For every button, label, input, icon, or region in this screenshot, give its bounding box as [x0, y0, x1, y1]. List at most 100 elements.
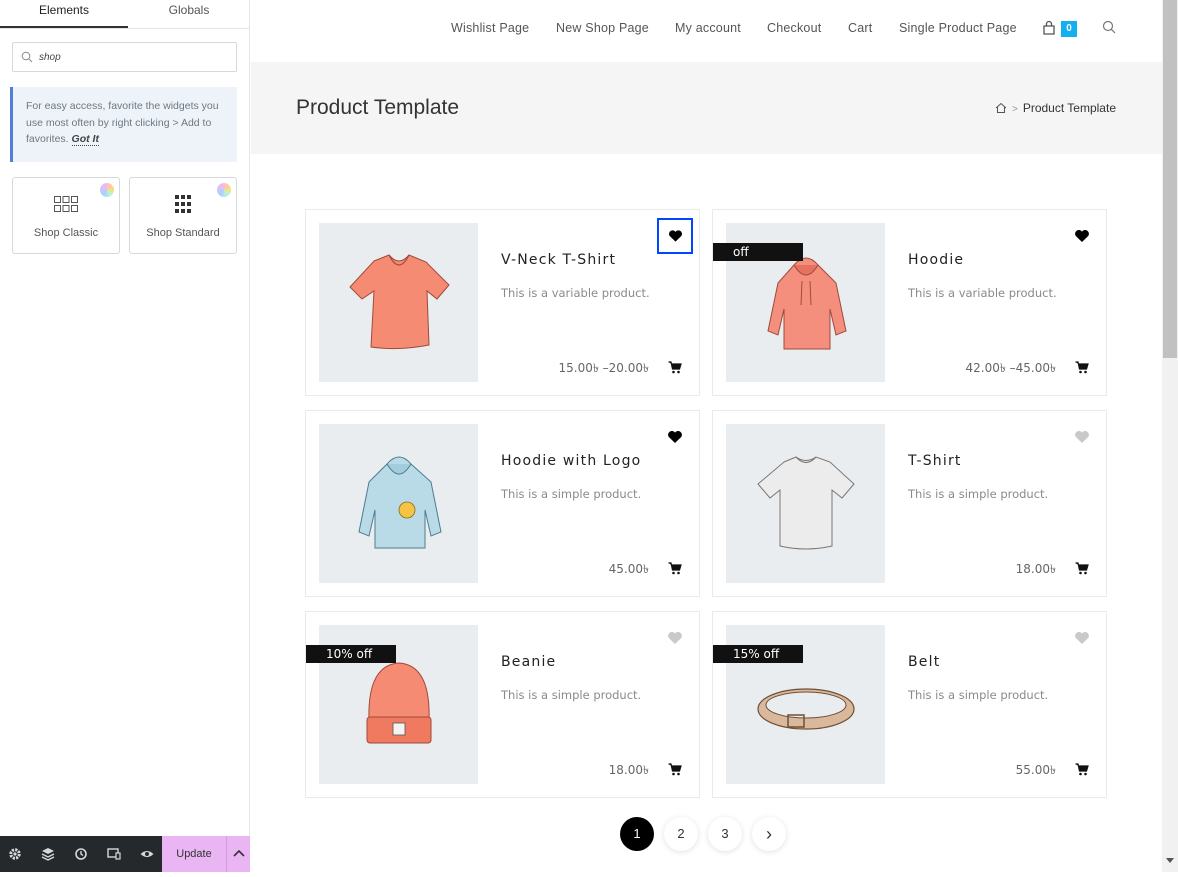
pagination-next-button[interactable]: ›	[752, 817, 786, 851]
product-price: 42.00৳ –45.00৳	[965, 361, 1056, 375]
scrollbar-thumb[interactable]	[1163, 0, 1177, 358]
heart-outline-icon	[1075, 431, 1089, 443]
product-title[interactable]: T-Shirt	[908, 453, 962, 469]
product-description: This is a simple product.	[501, 688, 642, 702]
product-title[interactable]: Beanie	[501, 654, 556, 670]
widget-search-input[interactable]	[39, 48, 229, 66]
heart-filled-icon	[669, 230, 682, 242]
add-to-cart-icon[interactable]	[668, 361, 682, 374]
shop-classic-grid-icon	[54, 196, 78, 212]
add-to-cart-icon[interactable]	[668, 562, 682, 575]
breadcrumb: > Product Template	[995, 101, 1116, 115]
add-to-cart-icon[interactable]	[668, 763, 682, 776]
tab-globals[interactable]: Globals	[128, 0, 250, 28]
favorites-tip: For easy access, favorite the widgets yo…	[10, 87, 237, 162]
pagination-page-2[interactable]: 2	[664, 817, 698, 851]
responsive-icon[interactable]	[106, 846, 122, 862]
wishlist-toggle[interactable]	[1074, 430, 1090, 446]
nav-my-account[interactable]: My account	[675, 21, 741, 35]
site-preview: Wishlist Page New Shop Page My account C…	[251, 0, 1162, 872]
nav-wishlist-page[interactable]: Wishlist Page	[451, 21, 529, 35]
product-title[interactable]: Hoodie with Logo	[501, 453, 641, 469]
product-price: 18.00৳	[608, 763, 649, 777]
wishlist-toggle[interactable]	[657, 218, 693, 254]
page-header: Product Template > Product Template	[251, 62, 1162, 154]
heart-filled-icon	[1075, 230, 1089, 242]
product-title[interactable]: V-Neck T-Shirt	[501, 252, 616, 268]
product-card[interactable]: 15% off Belt This is a simple product. 5…	[712, 611, 1107, 798]
shopping-bag-icon[interactable]	[1042, 20, 1056, 36]
page-title: Product Template	[296, 96, 460, 119]
product-title[interactable]: Hoodie	[908, 252, 964, 268]
product-card[interactable]: V-Neck T-Shirt This is a variable produc…	[305, 209, 700, 396]
add-to-cart-icon[interactable]	[1075, 763, 1089, 776]
nav-cart[interactable]: Cart	[848, 21, 872, 35]
product-price: 15.00৳ –20.00৳	[558, 361, 649, 375]
product-card[interactable]: Hoodie with Logo This is a simple produc…	[305, 410, 700, 597]
search-icon[interactable]	[1102, 20, 1116, 34]
product-description: This is a simple product.	[908, 688, 1049, 702]
cart-count-badge[interactable]: 0	[1061, 21, 1077, 37]
nav-single-product-page[interactable]: Single Product Page	[899, 21, 1017, 35]
widget-shop-standard[interactable]: Shop Standard	[129, 177, 237, 254]
product-image[interactable]	[319, 424, 478, 583]
widget-label: Shop Classic	[33, 227, 99, 239]
update-options-button[interactable]	[226, 836, 250, 872]
pro-badge-icon	[100, 183, 114, 197]
breadcrumb-separator: >	[1011, 104, 1018, 115]
tab-elements[interactable]: Elements	[0, 0, 128, 28]
product-price: 45.00৳	[608, 562, 649, 576]
hoodie-logo-image	[358, 456, 442, 549]
product-card[interactable]: 10% off Beanie This is a simple product.…	[305, 611, 700, 798]
layers-icon[interactable]	[40, 846, 56, 862]
widget-search	[12, 42, 237, 72]
product-card[interactable]: T-Shirt This is a simple product. 18.00৳	[712, 410, 1107, 597]
widget-shop-classic[interactable]: Shop Classic	[12, 177, 120, 254]
page-scrollbar[interactable]	[1162, 0, 1178, 872]
nav-checkout[interactable]: Checkout	[767, 21, 821, 35]
wishlist-toggle[interactable]	[667, 631, 683, 647]
product-image[interactable]	[726, 424, 885, 583]
product-description: This is a simple product.	[908, 487, 1049, 501]
product-title[interactable]: Belt	[908, 654, 940, 670]
home-icon[interactable]	[995, 102, 1007, 114]
panel-tabs: Elements Globals	[0, 0, 250, 29]
heart-outline-icon	[668, 632, 682, 644]
panel-footer-toolbar	[0, 836, 162, 872]
editor-panel: Elements Globals For easy access, favori…	[0, 0, 250, 872]
product-image[interactable]	[319, 223, 478, 382]
got-it-link[interactable]: Got It	[71, 133, 99, 146]
breadcrumb-current: Product Template	[1022, 101, 1116, 115]
heart-filled-icon	[668, 431, 682, 443]
product-card[interactable]: off Hoodie This is a variable product. 4…	[712, 209, 1107, 396]
sale-badge: off	[713, 243, 803, 261]
pagination-page-1[interactable]: 1	[620, 817, 654, 851]
sale-badge: 10% off	[306, 645, 396, 663]
history-icon[interactable]	[73, 846, 89, 862]
search-icon	[21, 51, 33, 63]
product-price: 18.00৳	[1015, 562, 1056, 576]
pro-badge-icon	[217, 183, 231, 197]
wishlist-toggle[interactable]	[1074, 631, 1090, 647]
wishlist-toggle[interactable]	[1074, 229, 1090, 245]
add-to-cart-icon[interactable]	[1075, 562, 1089, 575]
product-description: This is a simple product.	[501, 487, 642, 501]
tshirt-image	[757, 456, 855, 550]
scroll-down-arrow-icon[interactable]	[1166, 858, 1174, 863]
chevron-up-icon	[233, 849, 245, 857]
preview-eye-icon[interactable]	[139, 846, 155, 862]
pagination-page-3[interactable]: 3	[708, 817, 742, 851]
update-button[interactable]: Update	[162, 836, 226, 872]
product-description: This is a variable product.	[501, 286, 650, 300]
sale-badge: 15% off	[713, 645, 803, 663]
wishlist-toggle[interactable]	[667, 430, 683, 446]
favorites-tip-text: For easy access, favorite the widgets yo…	[26, 100, 219, 145]
product-description: This is a variable product.	[908, 286, 1057, 300]
main-navigation: Wishlist Page New Shop Page My account C…	[251, 0, 1162, 62]
nav-new-shop-page[interactable]: New Shop Page	[556, 21, 649, 35]
widget-label: Shop Standard	[146, 227, 220, 239]
add-to-cart-icon[interactable]	[1075, 361, 1089, 374]
product-price: 55.00৳	[1015, 763, 1056, 777]
settings-icon[interactable]	[7, 846, 23, 862]
vneck-tshirt-image	[349, 254, 450, 350]
